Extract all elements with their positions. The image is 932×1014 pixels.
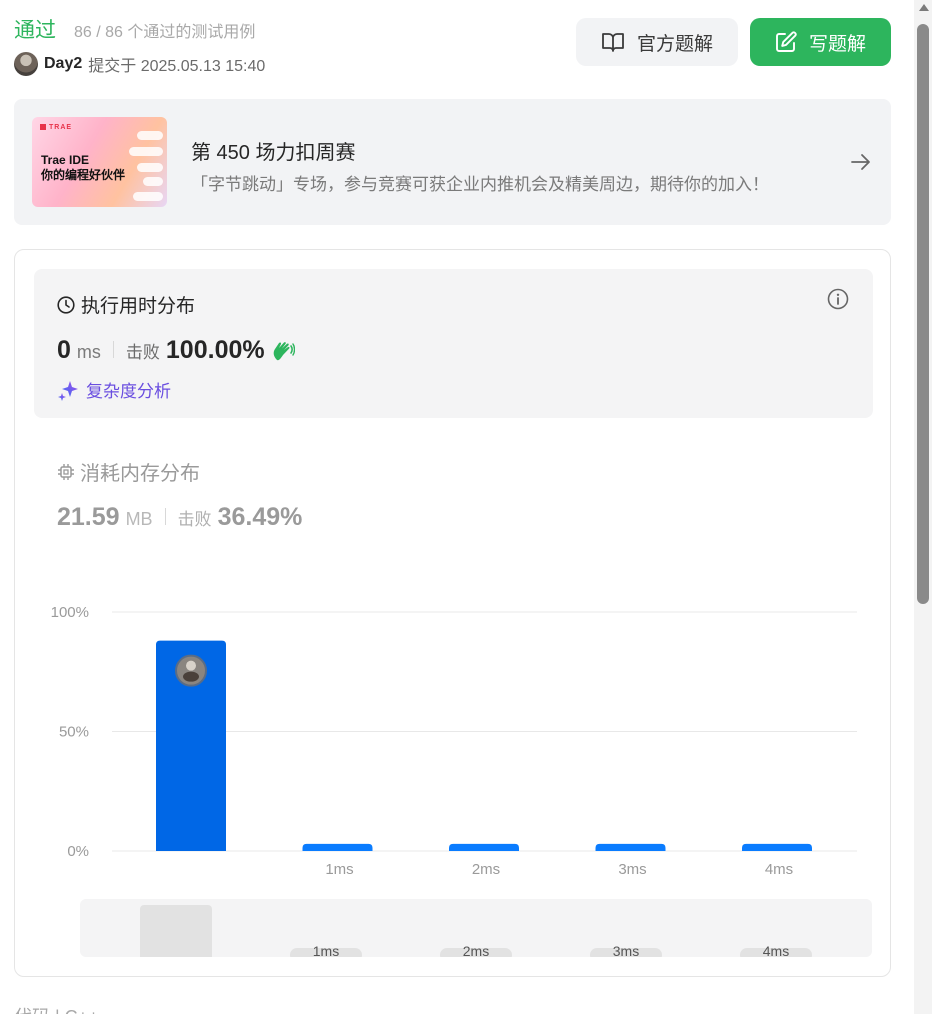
runtime-title: 执行用时分布 [57, 291, 195, 318]
complexity-analysis-link[interactable]: 复杂度分析 [57, 377, 171, 402]
edit-icon [776, 31, 797, 52]
code-language-label: 代码 | C++ [14, 1003, 99, 1014]
bar [449, 843, 519, 851]
complexity-label: 复杂度分析 [86, 382, 171, 401]
mini-tick-label: 1ms [313, 943, 339, 957]
submitter-info: Day2 提交于 2025.05.13 15:40 [14, 51, 265, 77]
bar [595, 843, 666, 851]
mini-chart[interactable]: 1ms 2ms 3ms 4ms [80, 899, 872, 957]
submission-status: 通过 [14, 19, 56, 42]
clapping-hands-icon [273, 341, 295, 360]
x-tick-label: 2ms [472, 861, 500, 878]
mini-tick-label: 4ms [763, 943, 789, 957]
banner-title: 第 450 场力扣周赛 [191, 142, 356, 164]
scroll-up-arrow[interactable] [919, 4, 929, 11]
contest-banner[interactable]: TRAE Trae IDE 你的编程好伙伴 第 450 场力扣周赛 「字节跳动」… [14, 99, 891, 225]
y-tick-label: 0% [67, 843, 89, 860]
submit-time: 提交于 2025.05.13 15:40 [88, 58, 266, 75]
sparkle-icon [58, 380, 78, 401]
memory-unit: MB [125, 509, 153, 529]
clock-icon [57, 295, 75, 314]
trae-logo: TRAE [40, 124, 72, 131]
scrollbar[interactable] [914, 0, 932, 1014]
banner-image: TRAE Trae IDE 你的编程好伙伴 [32, 117, 167, 207]
official-solution-button[interactable]: 官方题解 [576, 18, 738, 66]
x-tick-label: 4ms [765, 861, 793, 878]
book-icon [602, 33, 624, 52]
memory-title[interactable]: 消耗内存分布 [57, 457, 200, 486]
info-icon[interactable] [827, 288, 849, 310]
bar [302, 843, 373, 851]
avatar-body [183, 671, 199, 682]
bar [742, 843, 812, 851]
runtime-value: 0 [57, 336, 71, 364]
scrollbar-thumb[interactable] [917, 24, 929, 604]
y-tick-label: 50% [59, 724, 89, 741]
runtime-values: 0 ms 击败 100.00% [57, 336, 295, 365]
memory-values: 21.59 MB 击败 36.49% [57, 503, 302, 532]
memory-value: 21.59 [57, 503, 120, 531]
banner-description: 「字节跳动」专场，参与竞赛可获企业内推机会及精美周边，期待你的加入！ [191, 175, 769, 194]
chart-range-navigator[interactable]: 1ms 2ms 3ms 4ms [80, 899, 872, 957]
divider [164, 508, 166, 525]
arrow-right-icon[interactable] [849, 150, 873, 174]
divider [112, 341, 114, 358]
username[interactable]: Day2 [44, 55, 82, 73]
write-solution-button[interactable]: 写题解 [750, 18, 891, 66]
write-solution-label: 写题解 [808, 33, 866, 55]
x-tick-label: 1ms [325, 861, 353, 878]
mini-tick-label: 3ms [613, 943, 639, 957]
runtime-panel[interactable]: 执行用时分布 0 ms 击败 100.00% 复杂度分析 [34, 269, 873, 418]
runtime-distribution-chart[interactable]: 0% 50% 100% 1ms 2ms 3ms 4ms [15, 590, 890, 890]
memory-beat-percent: 36.49% [217, 503, 303, 531]
stats-card: 执行用时分布 0 ms 击败 100.00% 复杂度分析 消耗内存分布 21.5… [14, 249, 891, 977]
official-solution-label: 官方题解 [636, 33, 713, 55]
x-tick-label: 3ms [618, 861, 646, 878]
chip-icon [58, 463, 74, 480]
passed-testcases: 86 / 86 个通过的测试用例 [74, 24, 256, 41]
avatar-face [186, 660, 196, 671]
mini-tick-label: 2ms [463, 943, 489, 957]
banner-image-title: Trae IDE 你的编程好伙伴 [41, 153, 126, 182]
memory-beat-label: 击败 [177, 510, 212, 529]
mini-bar [140, 905, 212, 957]
runtime-unit: ms [76, 342, 101, 362]
avatar[interactable] [14, 52, 38, 76]
y-tick-label: 100% [51, 604, 89, 621]
runtime-beat-label: 击败 [125, 343, 160, 362]
runtime-beat-percent: 100.00% [165, 336, 265, 364]
